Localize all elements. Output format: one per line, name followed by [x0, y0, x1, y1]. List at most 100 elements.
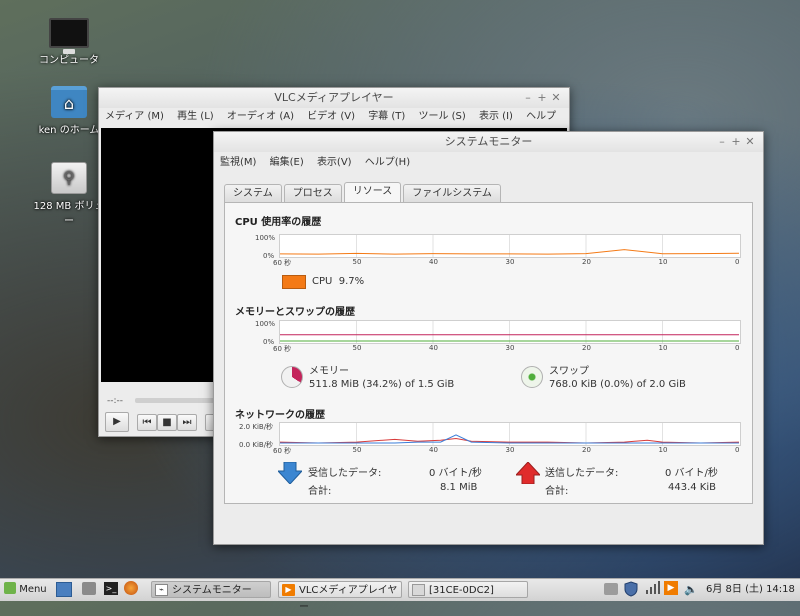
minimize-icon[interactable]: – — [715, 132, 729, 152]
vlc-title: VLCメディアプレイヤー — [274, 91, 394, 104]
tab-processes[interactable]: プロセス — [283, 184, 342, 203]
taskbar-window-sysmon[interactable]: ⌁ システムモニター — [151, 581, 271, 598]
swap-legend-label: スワップ — [549, 366, 589, 377]
x-tick-label: 60 秒 — [273, 345, 292, 353]
sent-label: 送信したデータ: — [545, 468, 619, 479]
download-arrow-icon — [278, 462, 302, 484]
x-tick-label: 10 — [658, 258, 668, 266]
sysmon-tabs: システム プロセス リソース ファイルシステム — [224, 182, 503, 203]
memory-legend-label: メモリー — [309, 366, 349, 377]
stop-icon: ■ — [162, 417, 172, 428]
x-tick-label: 30 — [505, 446, 515, 454]
tab-filesystems[interactable]: ファイルシステム — [403, 184, 501, 203]
vlc-window-controls: – + ✕ — [521, 88, 563, 108]
sysmon-menu-edit[interactable]: 編集(E) — [270, 157, 304, 168]
menu-label: Menu — [19, 584, 47, 595]
volume-icon[interactable]: 🔈 — [684, 581, 698, 598]
cpu-legend: CPU 9.7% — [312, 276, 364, 287]
firefox-icon[interactable] — [124, 581, 138, 595]
home-folder-icon: ⌂ — [51, 86, 87, 118]
previous-icon: ⏮ — [142, 417, 152, 428]
usb-drive-icon: ⚲ — [51, 162, 87, 194]
signal-icon[interactable] — [645, 581, 661, 598]
minimize-icon[interactable]: – — [521, 88, 535, 108]
play-icon: ▶ — [113, 416, 121, 427]
taskbar-window-label: [31CE-0DC2] — [429, 585, 494, 596]
taskbar-window-vlc[interactable]: ▶ VLCメディアプレイヤー — [278, 581, 402, 613]
sysmon-menu-view[interactable]: 表示(V) — [317, 157, 352, 168]
vlc-menu-audio[interactable]: オーディオ (A) — [227, 111, 294, 122]
clock[interactable]: 6月 8日 (土) 14:18 — [706, 581, 800, 598]
maximize-icon[interactable]: + — [729, 132, 743, 152]
drive-icon — [412, 584, 425, 596]
desktop-icon-label: ken のホーム — [38, 125, 100, 136]
close-icon[interactable]: ✕ — [743, 132, 757, 152]
network-y-bottom: 0.0 KiB/秒 — [239, 441, 274, 449]
received-label: 受信したデータ: — [308, 468, 382, 479]
x-tick-label: 0 — [735, 258, 740, 266]
sysmon-menu-monitor[interactable]: 監視(M) — [220, 157, 256, 168]
network-y-top: 2.0 KiB/秒 — [239, 423, 274, 431]
sysmon-menu-help[interactable]: ヘルプ(H) — [365, 157, 410, 168]
next-button[interactable]: ⏭ — [177, 414, 197, 431]
mint-logo-icon — [4, 582, 16, 594]
file-manager-icon[interactable] — [82, 582, 96, 595]
received-total: 8.1 MiB — [440, 482, 478, 493]
vlc-menu-video[interactable]: ビデオ (V) — [307, 111, 355, 122]
menu-button[interactable]: Menu — [4, 581, 52, 598]
tab-system[interactable]: システム — [224, 184, 282, 203]
x-tick-label: 10 — [658, 446, 668, 454]
system-monitor-window[interactable]: システムモニター – + ✕ 監視(M) 編集(E) 表示(V) ヘルプ(H) シス… — [213, 131, 764, 545]
vlc-menu-media[interactable]: メディア (M) — [105, 111, 164, 122]
stop-button[interactable]: ■ — [157, 414, 177, 431]
sysmon-titlebar[interactable]: システムモニター – + ✕ — [214, 132, 763, 152]
cpu-color-swatch[interactable] — [282, 275, 306, 289]
swap-usage-pie[interactable] — [521, 366, 543, 388]
maximize-icon[interactable]: + — [535, 88, 549, 108]
x-tick-label: 40 — [429, 446, 438, 454]
tab-resources[interactable]: リソース — [343, 182, 402, 203]
network-section-title: ネットワークの履歴 — [235, 410, 325, 421]
vlc-menu-view[interactable]: 表示 (I) — [479, 111, 513, 122]
sysmon-title: システムモニター — [444, 135, 533, 148]
memory-y-top: 100% — [255, 320, 276, 328]
vlc-menubar: メディア (M) 再生 (L) オーディオ (A) ビデオ (V) 字幕 (T)… — [99, 108, 569, 140]
vlc-menu-tools[interactable]: ツール (S) — [418, 111, 465, 122]
taskbar-window-usb[interactable]: [31CE-0DC2] — [408, 581, 528, 598]
desktop-icon-computer[interactable]: コンピュータ — [30, 18, 108, 66]
x-tick-label: 30 — [505, 258, 515, 266]
taskbar-window-label: VLCメディアプレイヤー — [299, 585, 398, 613]
vlc-menu-playback[interactable]: 再生 (L) — [177, 111, 214, 122]
cpu-y-top: 100% — [255, 234, 276, 242]
network-applet-icon[interactable] — [604, 583, 618, 595]
memory-usage-pie[interactable] — [281, 366, 303, 388]
received-total-label: 合計: — [308, 486, 332, 497]
x-tick-label: 50 — [352, 258, 362, 266]
cpu-legend-value: 9.7% — [338, 276, 365, 287]
memory-history-graph — [279, 320, 741, 344]
memory-legend-value: 511.8 MiB (34.2%) of 1.5 GiB — [309, 379, 455, 390]
show-desktop-icon[interactable] — [56, 582, 72, 597]
terminal-icon[interactable]: >_ — [104, 582, 118, 595]
desktop-icon-home[interactable]: ⌂ ken のホーム — [30, 86, 108, 136]
vlc-cone-icon: ▶ — [282, 584, 295, 596]
vlc-titlebar[interactable]: VLCメディアプレイヤー – + ✕ — [99, 88, 569, 108]
x-tick-label: 20 — [582, 258, 591, 266]
desktop-icon-label: 128 MB ボリュー — [33, 201, 105, 227]
computer-icon — [49, 18, 89, 54]
vlc-tray-icon[interactable]: ▶ — [664, 581, 678, 595]
shield-icon[interactable] — [624, 581, 638, 598]
play-button[interactable]: ▶ — [105, 412, 129, 432]
x-tick-label: 60 秒 — [273, 447, 292, 455]
sent-total-label: 合計: — [545, 486, 569, 497]
memory-section-title: メモリーとスワップの履歴 — [235, 307, 355, 318]
x-tick-label: 20 — [582, 344, 591, 352]
resources-panel: CPU 使用率の履歴 100% 0% CPU 9.7% メモリーとスワップの履歴… — [224, 202, 753, 504]
next-icon: ⏭ — [182, 417, 192, 428]
vlc-menu-subtitle[interactable]: 字幕 (T) — [368, 111, 405, 122]
x-tick-label: 50 — [352, 344, 362, 352]
close-icon[interactable]: ✕ — [549, 88, 563, 108]
desktop-icon-usb[interactable]: ⚲ 128 MB ボリュー — [30, 162, 108, 227]
x-tick-label: 30 — [505, 344, 515, 352]
previous-button[interactable]: ⏮ — [137, 414, 157, 431]
